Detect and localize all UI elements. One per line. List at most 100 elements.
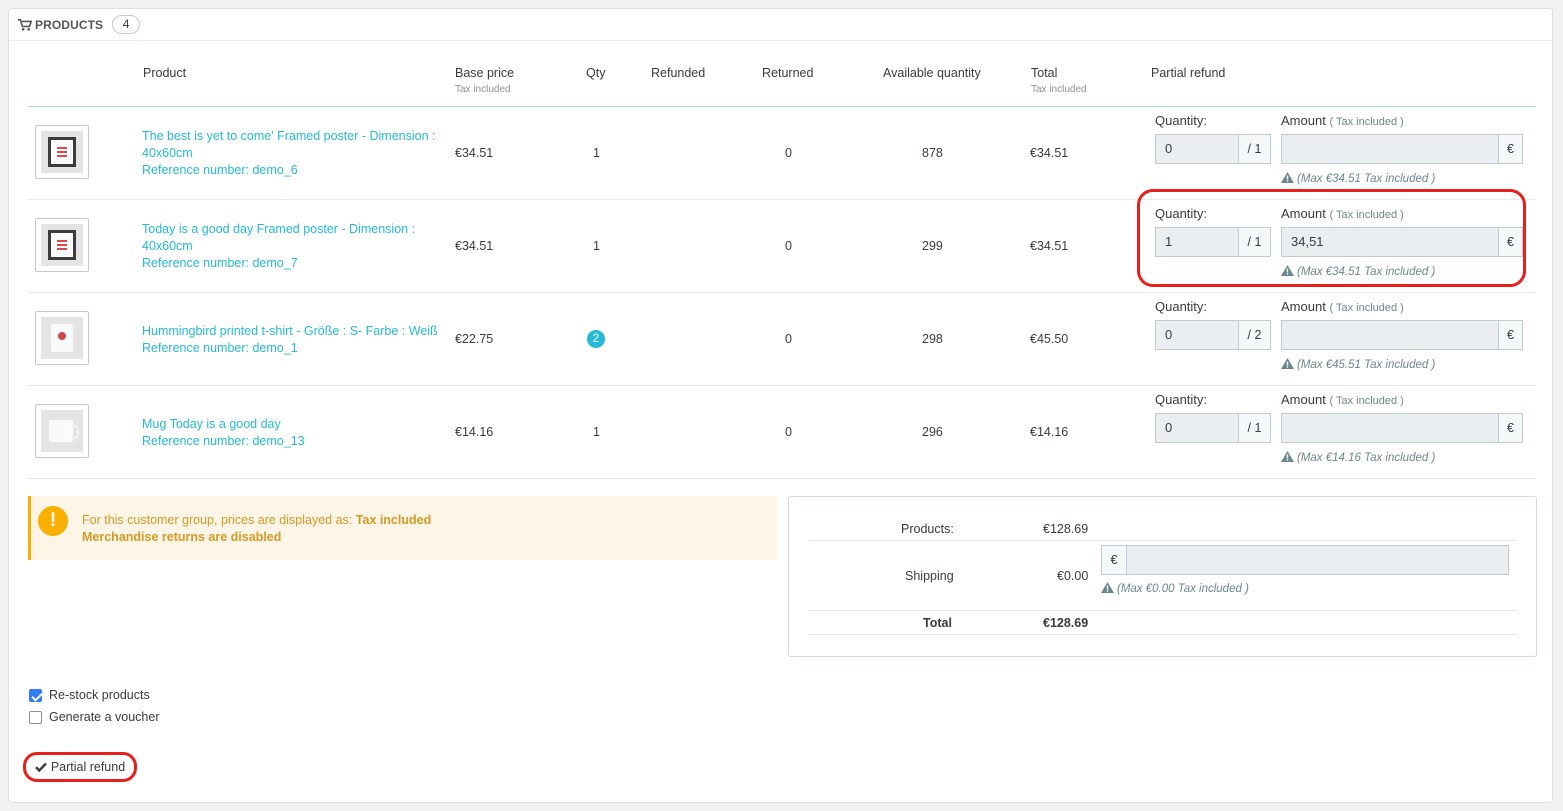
qty-badge: 2 (587, 330, 605, 348)
table-row: Today is a good day Framed poster - Dime… (28, 200, 1536, 293)
product-thumbnail[interactable] (35, 311, 89, 365)
total-value: €34.51 (1030, 239, 1069, 253)
max-quantity-addon: / 1 (1238, 134, 1271, 164)
refund-quantity-label: Quantity: (1155, 206, 1208, 221)
refund-quantity-input[interactable]: 0 (1155, 320, 1239, 350)
col-header-total: Total Tax included (1031, 66, 1087, 95)
product-link[interactable]: The best is yet to come' Framed poster -… (142, 128, 452, 179)
max-amount-hint: (Max €34.51 Tax included ) (1281, 172, 1435, 185)
product-thumbnail[interactable] (35, 125, 89, 179)
max-amount-hint: (Max €14.16 Tax included ) (1281, 451, 1435, 464)
max-amount-hint: (Max €34.51 Tax included ) (1281, 265, 1435, 278)
framed-poster-image (41, 224, 83, 266)
exclamation-icon: ! (38, 506, 68, 536)
currency-addon: € (1498, 320, 1523, 350)
col-header-available: Available quantity (883, 66, 981, 80)
shopping-cart-icon (18, 18, 32, 31)
tshirt-image (41, 317, 83, 359)
alert-message: For this customer group, prices are disp… (82, 513, 432, 544)
total-value: €14.16 (1030, 425, 1069, 439)
base-price-value: €34.51 (455, 146, 494, 160)
currency-addon: € (1498, 227, 1523, 257)
totals-divider (809, 540, 1517, 541)
panel-title: PRODUCTS (35, 17, 104, 32)
col-header-product: Product (143, 66, 187, 80)
qty-value: 1 (593, 146, 600, 160)
returned-value: 0 (785, 146, 792, 160)
warning-icon (1101, 582, 1114, 593)
col-header-base-price: Base price Tax included (455, 66, 515, 95)
available-value: 296 (922, 425, 943, 439)
warning-icon (1281, 358, 1294, 369)
returned-value: 0 (785, 425, 792, 439)
warning-icon (1281, 172, 1294, 183)
col-header-returned: Returned (762, 66, 814, 80)
table-row: The best is yet to come' Framed poster -… (28, 107, 1536, 200)
shipping-label: Shipping (905, 569, 954, 583)
total-value: €34.51 (1030, 146, 1069, 160)
shipping-value: €0.00 (1057, 569, 1089, 583)
product-thumbnail[interactable] (35, 218, 89, 272)
refund-amount-label: Amount ( Tax included ) (1281, 206, 1404, 221)
partial-refund-label: Partial refund (50, 760, 126, 774)
warning-icon (1281, 265, 1294, 276)
refund-quantity-label: Quantity: (1155, 299, 1208, 314)
voucher-label[interactable]: Generate a voucher (49, 710, 160, 724)
currency-addon: € (1498, 413, 1523, 443)
available-value: 298 (922, 332, 943, 346)
restock-label[interactable]: Re-stock products (49, 688, 150, 702)
qty-value: 1 (593, 425, 600, 439)
refund-amount-label: Amount ( Tax included ) (1281, 392, 1404, 407)
products-total-value: €128.69 (1043, 522, 1089, 536)
partial-refund-button[interactable]: Partial refund (23, 752, 137, 782)
products-total-label: Products: (901, 522, 954, 536)
returned-value: 0 (785, 332, 792, 346)
product-count-badge: 4 (112, 15, 141, 34)
check-icon (34, 762, 47, 772)
product-link[interactable]: Mug Today is a good day Reference number:… (142, 416, 452, 450)
grand-total-label: Total (923, 616, 952, 630)
refund-quantity-input[interactable]: 0 (1155, 134, 1239, 164)
refund-amount-input[interactable] (1281, 413, 1499, 443)
product-link[interactable]: Hummingbird printed t-shirt - Größe : S-… (142, 323, 452, 357)
totals-divider (809, 634, 1517, 635)
base-price-value: €14.16 (455, 425, 494, 439)
voucher-checkbox[interactable] (29, 711, 42, 724)
max-amount-hint: (Max €45.51 Tax included ) (1281, 358, 1435, 371)
refund-amount-input[interactable] (1281, 320, 1499, 350)
currency-addon: € (1498, 134, 1523, 164)
table-row: Hummingbird printed t-shirt - Größe : S-… (28, 293, 1536, 386)
product-link[interactable]: Today is a good day Framed poster - Dime… (142, 221, 452, 272)
base-price-value: €22.75 (455, 332, 494, 346)
refund-amount-input[interactable] (1281, 134, 1499, 164)
shipping-refund-input[interactable] (1126, 545, 1509, 575)
table-row: Mug Today is a good day Reference number:… (28, 386, 1536, 479)
shipping-currency-addon: € (1101, 545, 1127, 575)
tax-info-alert: ! For this customer group, prices are di… (28, 496, 777, 560)
product-thumbnail[interactable] (35, 404, 89, 458)
returned-value: 0 (785, 239, 792, 253)
total-value: €45.50 (1030, 332, 1069, 346)
refund-amount-input[interactable]: 34,51 (1281, 227, 1499, 257)
refund-quantity-input[interactable]: 0 (1155, 413, 1239, 443)
restock-checkbox[interactable] (29, 689, 42, 702)
refund-amount-label: Amount ( Tax included ) (1281, 299, 1404, 314)
qty-value: 1 (593, 239, 600, 253)
max-quantity-addon: / 1 (1238, 413, 1271, 443)
products-panel: PRODUCTS 4 Product Base price Tax include… (8, 8, 1553, 803)
grand-total-value: €128.69 (1043, 616, 1089, 630)
refund-quantity-label: Quantity: (1155, 113, 1208, 128)
refund-quantity-input[interactable]: 1 (1155, 227, 1239, 257)
refund-amount-label: Amount ( Tax included ) (1281, 113, 1404, 128)
shipping-max-hint: (Max €0.00 Tax included ) (1101, 582, 1249, 595)
totals-panel: Products: €128.69 Shipping €0.00 € (Max … (788, 496, 1537, 657)
col-header-qty: Qty (586, 66, 606, 80)
refund-quantity-label: Quantity: (1155, 392, 1208, 407)
mug-image (41, 410, 83, 452)
available-value: 878 (922, 146, 943, 160)
col-header-partial-refund: Partial refund (1151, 66, 1226, 80)
totals-divider (809, 610, 1517, 611)
max-quantity-addon: / 1 (1238, 227, 1271, 257)
warning-icon (1281, 451, 1294, 462)
framed-poster-image (41, 131, 83, 173)
